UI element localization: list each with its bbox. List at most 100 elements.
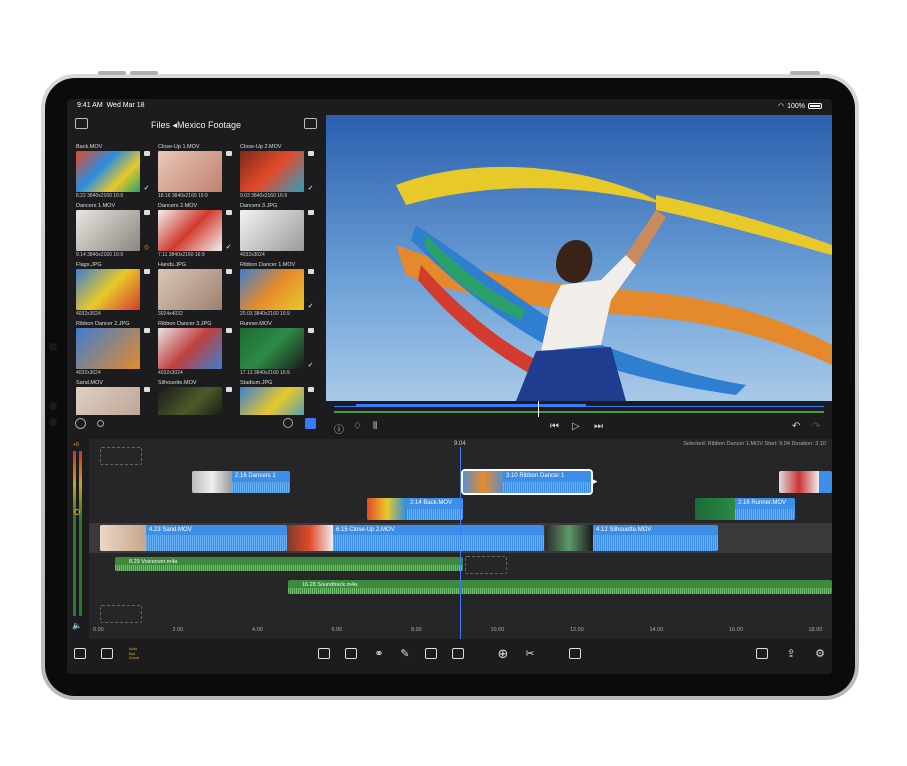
add-title-icon[interactable] <box>318 648 330 659</box>
clip-status: ⦸ <box>142 210 151 251</box>
battery-status: ◠ 100% <box>778 102 822 110</box>
browser-footer <box>67 415 325 435</box>
clip-name: Sand.MOV <box>76 380 103 386</box>
clip-thumbnail <box>158 328 222 369</box>
clip-status: ✓ <box>306 151 315 192</box>
playhead[interactable] <box>460 447 461 639</box>
clip-tile[interactable]: Dancers 2.MOV 7.11 3840x2160 16:9 ✓ <box>155 202 235 260</box>
clip-tile[interactable]: Dancers 3.JPG 4032x3024 <box>237 202 317 260</box>
timeline-clip-soundtrack[interactable]: 16.28 Soundtrack.m4a <box>288 580 832 594</box>
clip-name: Runner.MOV <box>240 321 272 327</box>
pen-icon[interactable]: ✎ <box>398 647 412 661</box>
clip-tile[interactable]: Runner.MOV 17.13 3840x2160 16:9 ✓ <box>237 320 317 378</box>
record-icon[interactable] <box>97 420 104 427</box>
ruler-tick: 2.00 <box>172 627 184 633</box>
check-icon: ✓ <box>307 185 314 192</box>
timeline-clip-dancers1[interactable]: 2.16 Dancers 1 <box>192 471 290 493</box>
power-button <box>790 71 820 75</box>
add-icon[interactable]: ⊕ <box>496 647 510 661</box>
meter-peak: +0 <box>73 442 79 448</box>
sensor-dot <box>49 418 57 426</box>
clip-tile[interactable]: Silhouette.MOV <box>155 379 235 415</box>
share-icon[interactable]: ⇪ <box>784 647 798 661</box>
clip-tile[interactable]: Flags.JPG 4032x3024 <box>73 261 153 319</box>
marker-icon[interactable]: ♢ <box>353 421 362 432</box>
clip-tile[interactable]: Close-Up 2.MOV 9.03 3840x2160 16:9 ✓ <box>237 143 317 201</box>
empty-slot[interactable] <box>100 605 142 623</box>
skip-back-icon[interactable]: ⏮ <box>550 421 559 432</box>
timeline-clip-sand[interactable]: 4.23 Sand.MOV <box>100 525 287 551</box>
clip-thumbnail <box>76 151 140 192</box>
ruler-tick: 14.00 <box>649 627 664 633</box>
empty-slot[interactable] <box>465 556 507 574</box>
select-all-icon[interactable] <box>75 418 86 429</box>
volume-button <box>130 71 158 75</box>
scrub-playhead[interactable] <box>538 401 539 417</box>
media-type-icon <box>143 151 150 156</box>
settings-gear-icon[interactable]: ⚙ <box>813 647 827 661</box>
speaker-icon[interactable]: 🔈 <box>72 621 82 630</box>
clip-status: ✓ <box>306 269 315 310</box>
clip-tile[interactable]: Ribbon Dancer 3.JPG 4032x3024 <box>155 320 235 378</box>
clip-thumbnail <box>158 269 222 310</box>
timeline-clip-silhouette[interactable]: 4.12 Silhouette.MOV <box>545 525 718 551</box>
timeline-clip-ribbon-selected[interactable]: 3.10 Ribbon Dancer 1 <box>461 469 593 495</box>
clip-tile[interactable]: Stadium.JPG <box>237 379 317 415</box>
clip-tile[interactable]: Sand.MOV <box>73 379 153 415</box>
volume-button <box>98 71 126 75</box>
timeline-clip-voiceover[interactable]: 8.29 Voiceover.m4a <box>115 557 463 571</box>
auto-bar-zoom-button[interactable]: Auto Bar Zoom <box>129 646 139 661</box>
check-icon: ✓ <box>143 185 150 192</box>
clip-tile[interactable]: Close-Up 1.MOV 18.16 3840x2160 16:9 <box>155 143 235 201</box>
timeline-clip-runner[interactable]: 2.16 Runner.MOV <box>695 498 795 520</box>
clip-tile[interactable]: Ribbon Dancer 2.JPG 4032x3024 <box>73 320 153 378</box>
layout-icon[interactable] <box>756 648 768 659</box>
skip-forward-icon[interactable]: ⏭ <box>594 421 603 432</box>
clip-status: ✓ <box>142 151 151 192</box>
media-type-icon <box>307 151 314 156</box>
media-type-icon <box>143 328 150 333</box>
play-icon[interactable]: ▷ <box>572 421 580 432</box>
timeline[interactable]: +0 🔈 9.04 Selected: Ribbon Dancer 1.MOV … <box>67 439 832 639</box>
split-icon[interactable]: ⫴ <box>373 421 377 432</box>
timeline-clip-dancers-partial[interactable] <box>779 471 832 493</box>
clip-meta: 18.16 3840x2160 16:9 <box>158 193 208 199</box>
clip-thumbnail <box>158 151 222 192</box>
clip-thumbnail <box>240 328 304 369</box>
bottom-toolbar: Auto Bar Zoom ⚭ ✎ ⊕ ✂ ⇪ ⚙ <box>67 639 832 674</box>
undo-icon[interactable]: ↶ <box>792 421 800 432</box>
trim-handle-icon[interactable]: ▸ <box>593 476 598 487</box>
clip-status: ✓ <box>306 328 315 369</box>
overlay-icon[interactable] <box>345 648 357 659</box>
empty-slot[interactable] <box>100 447 142 465</box>
clip-thumbnail <box>76 387 140 415</box>
clip-tile[interactable]: Hands.JPG 3024x4032 <box>155 261 235 319</box>
clipboard-icon[interactable] <box>452 648 464 659</box>
battery-icon <box>808 103 822 109</box>
timeline-clip-closeup2[interactable]: 6.15 Close-Up 2.MOV <box>287 525 544 551</box>
browser-title[interactable]: Files ◂Mexico Footage <box>67 120 325 131</box>
info-icon[interactable]: ⓘ <box>334 421 344 436</box>
clip-tile[interactable]: Dancers 1.MOV 9.14 3840x2160 16:9 ⦸ <box>73 202 153 260</box>
import-icon[interactable] <box>304 118 317 129</box>
project-list-icon[interactable] <box>101 648 113 659</box>
scissors-icon[interactable]: ✂ <box>523 647 537 661</box>
clip-tile[interactable]: Back.MOV 8.22 3840x2160 16:9 ✓ <box>73 143 153 201</box>
preview-viewer[interactable] <box>326 115 832 401</box>
link-icon[interactable]: ⚭ <box>372 647 386 661</box>
clip-thumbnail <box>158 210 222 251</box>
trash-icon[interactable] <box>569 648 581 659</box>
favorite-icon[interactable] <box>425 648 437 659</box>
search-icon[interactable] <box>283 418 293 428</box>
clip-meta: 4032x3024 <box>76 311 101 317</box>
clip-name: Ribbon Dancer 3.JPG <box>158 321 212 327</box>
media-browser: Files ◂Mexico Footage Back.MOV 8.22 3840x… <box>67 113 325 429</box>
filter-icon[interactable] <box>305 418 316 429</box>
media-type-icon <box>307 210 314 215</box>
timeline-clip-back[interactable]: 2.14 Back.MOV <box>367 498 463 520</box>
clip-meta: 9.03 3840x2160 16:9 <box>240 193 287 199</box>
clip-tile[interactable]: Ribbon Dancer 1.MOV 20.03 3840x2160 16:9 ✓ <box>237 261 317 319</box>
redo-icon[interactable]: ↷ <box>812 421 820 432</box>
time-ruler[interactable]: 0.00 2.00 4.00 6.00 8.00 10.00 12.00 14.00 16.00… <box>89 625 832 639</box>
export-icon[interactable] <box>74 648 86 659</box>
